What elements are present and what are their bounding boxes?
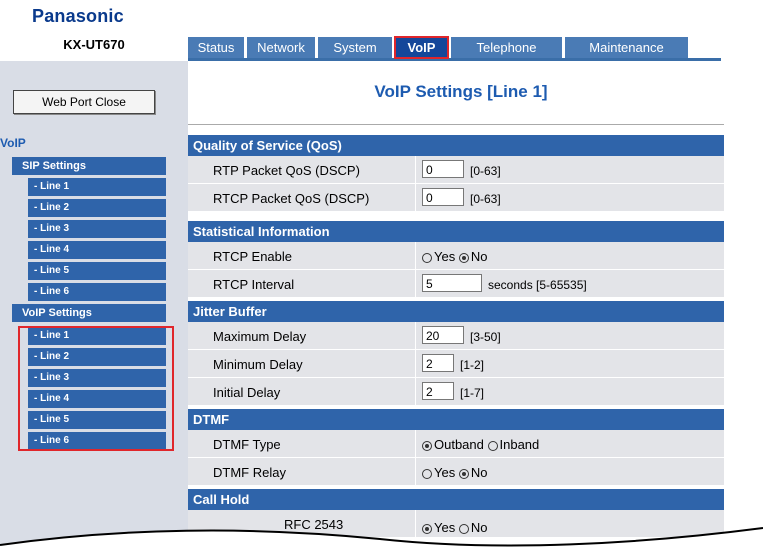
rtcp-enable-label: RTCP Enable <box>213 249 293 264</box>
radio-no-label: No <box>470 249 488 264</box>
row-max-delay: Maximum Delay 20 [3-50] <box>188 322 724 350</box>
sidebar-section-voip-settings[interactable]: VoIP Settings <box>12 304 166 322</box>
tab-maintenance[interactable]: Maintenance <box>565 37 688 58</box>
rtcp-enable-radio-group[interactable]: Yes No <box>422 249 487 264</box>
max-delay-label: Maximum Delay <box>213 329 307 344</box>
row-rtp-qos: RTP Packet QoS (DSCP) 0 [0-63] <box>188 156 724 184</box>
dtmf-type-radio-group[interactable]: Outband Inband <box>422 437 539 452</box>
brand-logo: Panasonic <box>32 6 124 26</box>
row-initial-delay: Initial Delay 2 [1-7] <box>188 378 724 406</box>
section-jitter-buffer: Jitter Buffer <box>188 301 724 322</box>
row-dtmf-type: DTMF Type Outband Inband <box>188 430 724 458</box>
rtcp-interval-hint: seconds [5-65535] <box>488 278 587 292</box>
min-delay-label: Minimum Delay <box>213 357 303 372</box>
rtp-qos-input[interactable]: 0 <box>422 160 464 178</box>
tab-status[interactable]: Status <box>188 37 244 58</box>
rtcp-interval-input[interactable]: 5 <box>422 274 482 292</box>
rtp-qos-hint: [0-63] <box>470 164 501 178</box>
rtcp-qos-hint: [0-63] <box>470 192 501 206</box>
tab-network[interactable]: Network <box>247 37 315 58</box>
max-delay-hint: [3-50] <box>470 330 501 344</box>
sidebar-section-sip-settings[interactable]: SIP Settings <box>12 157 166 175</box>
title-divider <box>188 124 724 125</box>
radio-outband-label: Outband <box>434 437 484 452</box>
tab-telephone[interactable]: Telephone <box>451 37 562 58</box>
radio-outband-icon[interactable] <box>422 440 432 451</box>
top-tab-bar: Status Network System VoIP Telephone Mai… <box>188 36 721 61</box>
min-delay-hint: [1-2] <box>460 358 485 372</box>
sidebar-item-sip-line-3[interactable]: - Line 3 <box>28 220 166 238</box>
radio-no-icon[interactable] <box>458 252 469 263</box>
sidebar-item-sip-line-5[interactable]: - Line 5 <box>28 262 166 280</box>
section-statistical-info: Statistical Information <box>188 221 724 242</box>
torn-edge-overlay <box>0 527 763 553</box>
page-title: VoIP Settings [Line 1] <box>374 82 548 101</box>
sidebar-item-sip-line-6[interactable]: - Line 6 <box>28 283 166 301</box>
min-delay-input[interactable]: 2 <box>422 354 454 372</box>
sidebar-item-sip-line-1[interactable]: - Line 1 <box>28 178 166 196</box>
radio-inband-label: Inband <box>499 437 540 452</box>
web-port-close-button[interactable]: Web Port Close <box>13 90 155 114</box>
radio-inband-icon[interactable] <box>487 440 498 451</box>
rtp-qos-label: RTP Packet QoS (DSCP) <box>213 163 360 178</box>
row-rtcp-qos: RTCP Packet QoS (DSCP) 0 [0-63] <box>188 184 724 212</box>
section-qos: Quality of Service (QoS) <box>188 135 724 156</box>
tab-voip[interactable]: VoIP <box>394 36 449 59</box>
model-name: KX-UT670 <box>63 37 125 52</box>
row-rtcp-interval: RTCP Interval 5 seconds [5-65535] <box>188 270 724 298</box>
rtcp-qos-input[interactable]: 0 <box>422 188 464 206</box>
radio-yes-icon[interactable] <box>422 252 432 263</box>
section-dtmf: DTMF <box>188 409 724 430</box>
row-min-delay: Minimum Delay 2 [1-2] <box>188 350 724 378</box>
initial-delay-input[interactable]: 2 <box>422 382 454 400</box>
tab-system[interactable]: System <box>318 37 392 58</box>
max-delay-input[interactable]: 20 <box>422 326 464 344</box>
rtcp-interval-label: RTCP Interval <box>213 277 295 292</box>
row-rtcp-enable: RTCP Enable Yes No <box>188 242 724 270</box>
radio-yes-label: Yes <box>434 249 456 264</box>
initial-delay-label: Initial Delay <box>213 385 281 400</box>
dtmf-type-label: DTMF Type <box>213 437 281 452</box>
sidebar-item-sip-line-4[interactable]: - Line 4 <box>28 241 166 259</box>
initial-delay-hint: [1-7] <box>460 386 485 400</box>
rtcp-qos-label: RTCP Packet QoS (DSCP) <box>213 191 370 206</box>
sidebar-item-sip-line-2[interactable]: - Line 2 <box>28 199 166 217</box>
voip-lines-highlight-box <box>18 326 174 451</box>
sidebar-title: VoIP <box>0 136 26 150</box>
